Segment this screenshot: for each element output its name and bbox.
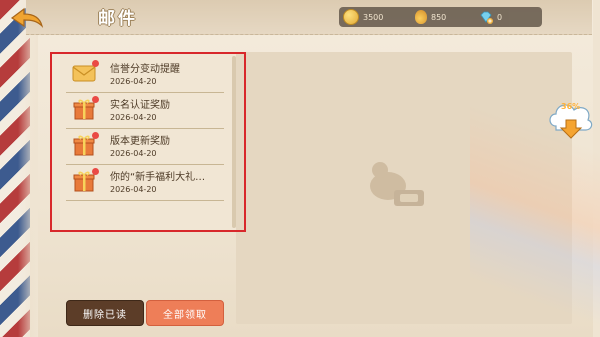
page-title: 邮件 (98, 9, 138, 29)
back-arrow-icon (10, 7, 44, 28)
coin-icon (343, 9, 359, 25)
coin-value: 3500 (363, 12, 384, 22)
diamond-plus-icon (480, 11, 493, 24)
stripes-fade (18, 0, 38, 337)
back-button[interactable] (8, 6, 48, 30)
bag-counter: 850 (415, 9, 446, 25)
highlight-box (50, 52, 246, 232)
claim-all-button[interactable]: 全部领取 (146, 300, 224, 326)
gem-value: 0 (497, 12, 503, 22)
coin-counter: 3500 (343, 9, 383, 25)
currency-bar: 3500 850 0 (339, 7, 542, 27)
download-percent: 36% (561, 102, 581, 111)
gem-counter[interactable]: 0 (479, 9, 502, 25)
money-bag-icon (415, 10, 427, 24)
cat-mouse-watermark-icon (370, 162, 424, 206)
delete-read-button[interactable]: 删除已读 (66, 300, 144, 326)
bag-value: 850 (431, 12, 447, 22)
